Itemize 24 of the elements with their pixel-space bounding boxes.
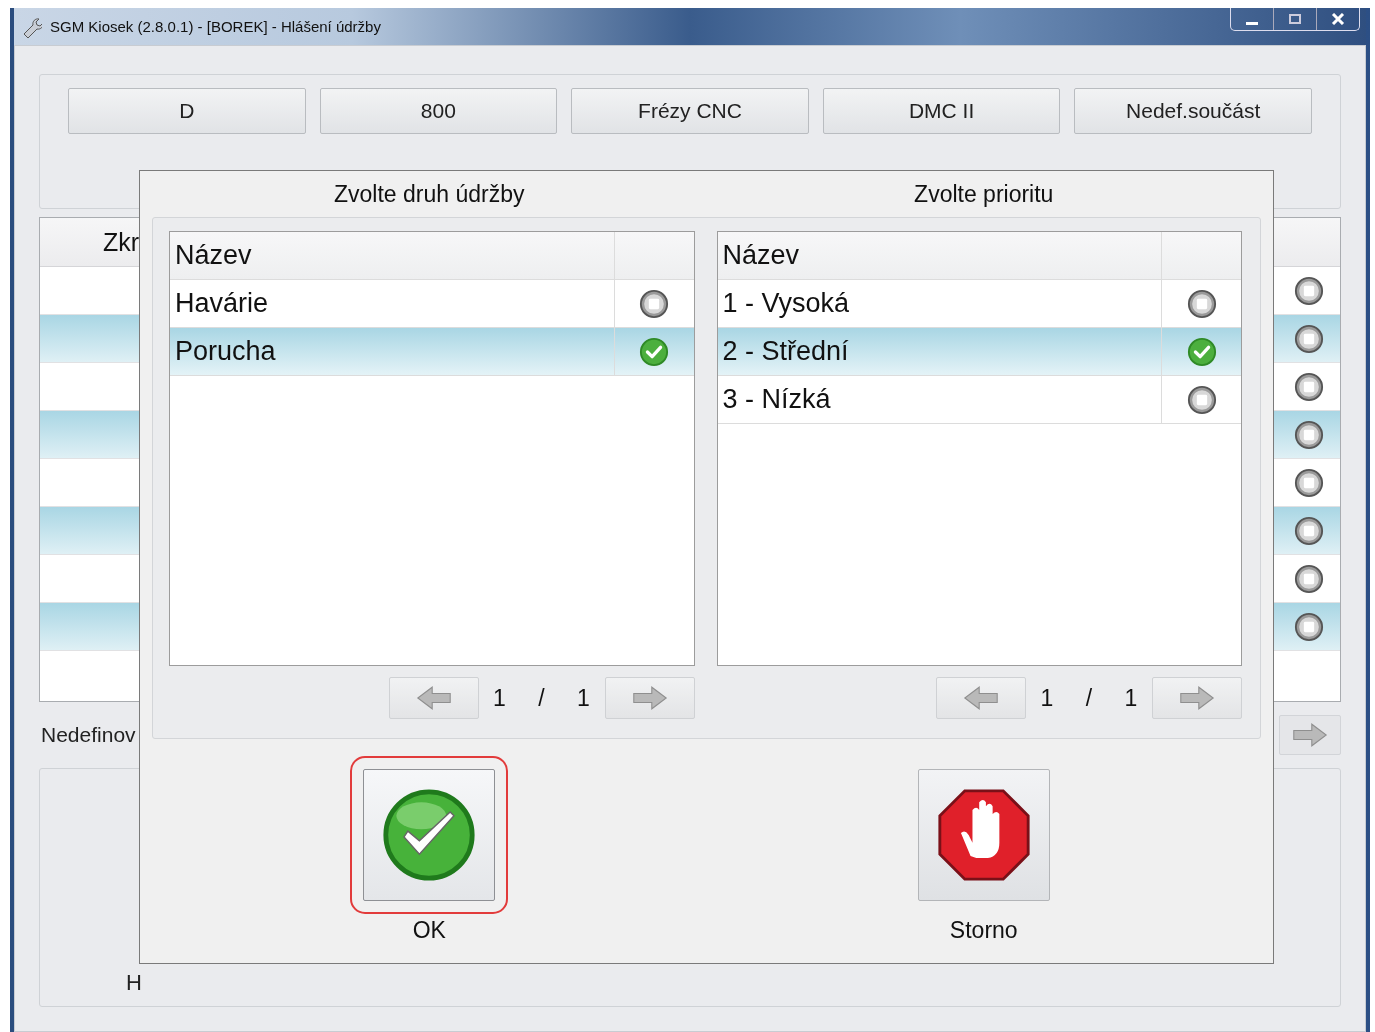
page-separator: / xyxy=(537,684,546,712)
list-row[interactable]: Porucha xyxy=(170,328,694,376)
window-title: SGM Kiosek (2.8.0.1) - [BOREK] - Hlášení údržby xyxy=(50,18,381,35)
page-number: 1 xyxy=(492,684,507,712)
panel-title: Zvolte druh údržby xyxy=(333,180,526,208)
button-label: OK xyxy=(412,917,446,944)
page-number: 1 xyxy=(1039,684,1055,712)
column-header: Zkr xyxy=(103,227,140,257)
panel-text: H xyxy=(126,970,142,996)
page-total: 1 xyxy=(576,684,591,712)
filter-button[interactable]: DMC II xyxy=(822,88,1061,134)
section-label: Nedefinov xyxy=(41,723,136,747)
list-row[interactable]: 3 - Nízká xyxy=(717,376,1241,424)
page-total: 1 xyxy=(1123,684,1139,712)
column-header: Název xyxy=(721,239,801,272)
filter-button[interactable]: 800 xyxy=(319,88,558,134)
filter-button[interactable]: D xyxy=(68,88,306,134)
panel-title: Zvolte prioritu xyxy=(913,180,1055,208)
button-label: Storno xyxy=(949,917,1018,944)
list-row[interactable]: 2 - Střední xyxy=(717,328,1241,376)
filter-button[interactable]: Nedef.součást xyxy=(1074,88,1312,134)
page-separator: / xyxy=(1084,684,1094,712)
column-header: Název xyxy=(174,239,253,272)
filter-button[interactable]: Frézy CNC xyxy=(571,88,809,134)
